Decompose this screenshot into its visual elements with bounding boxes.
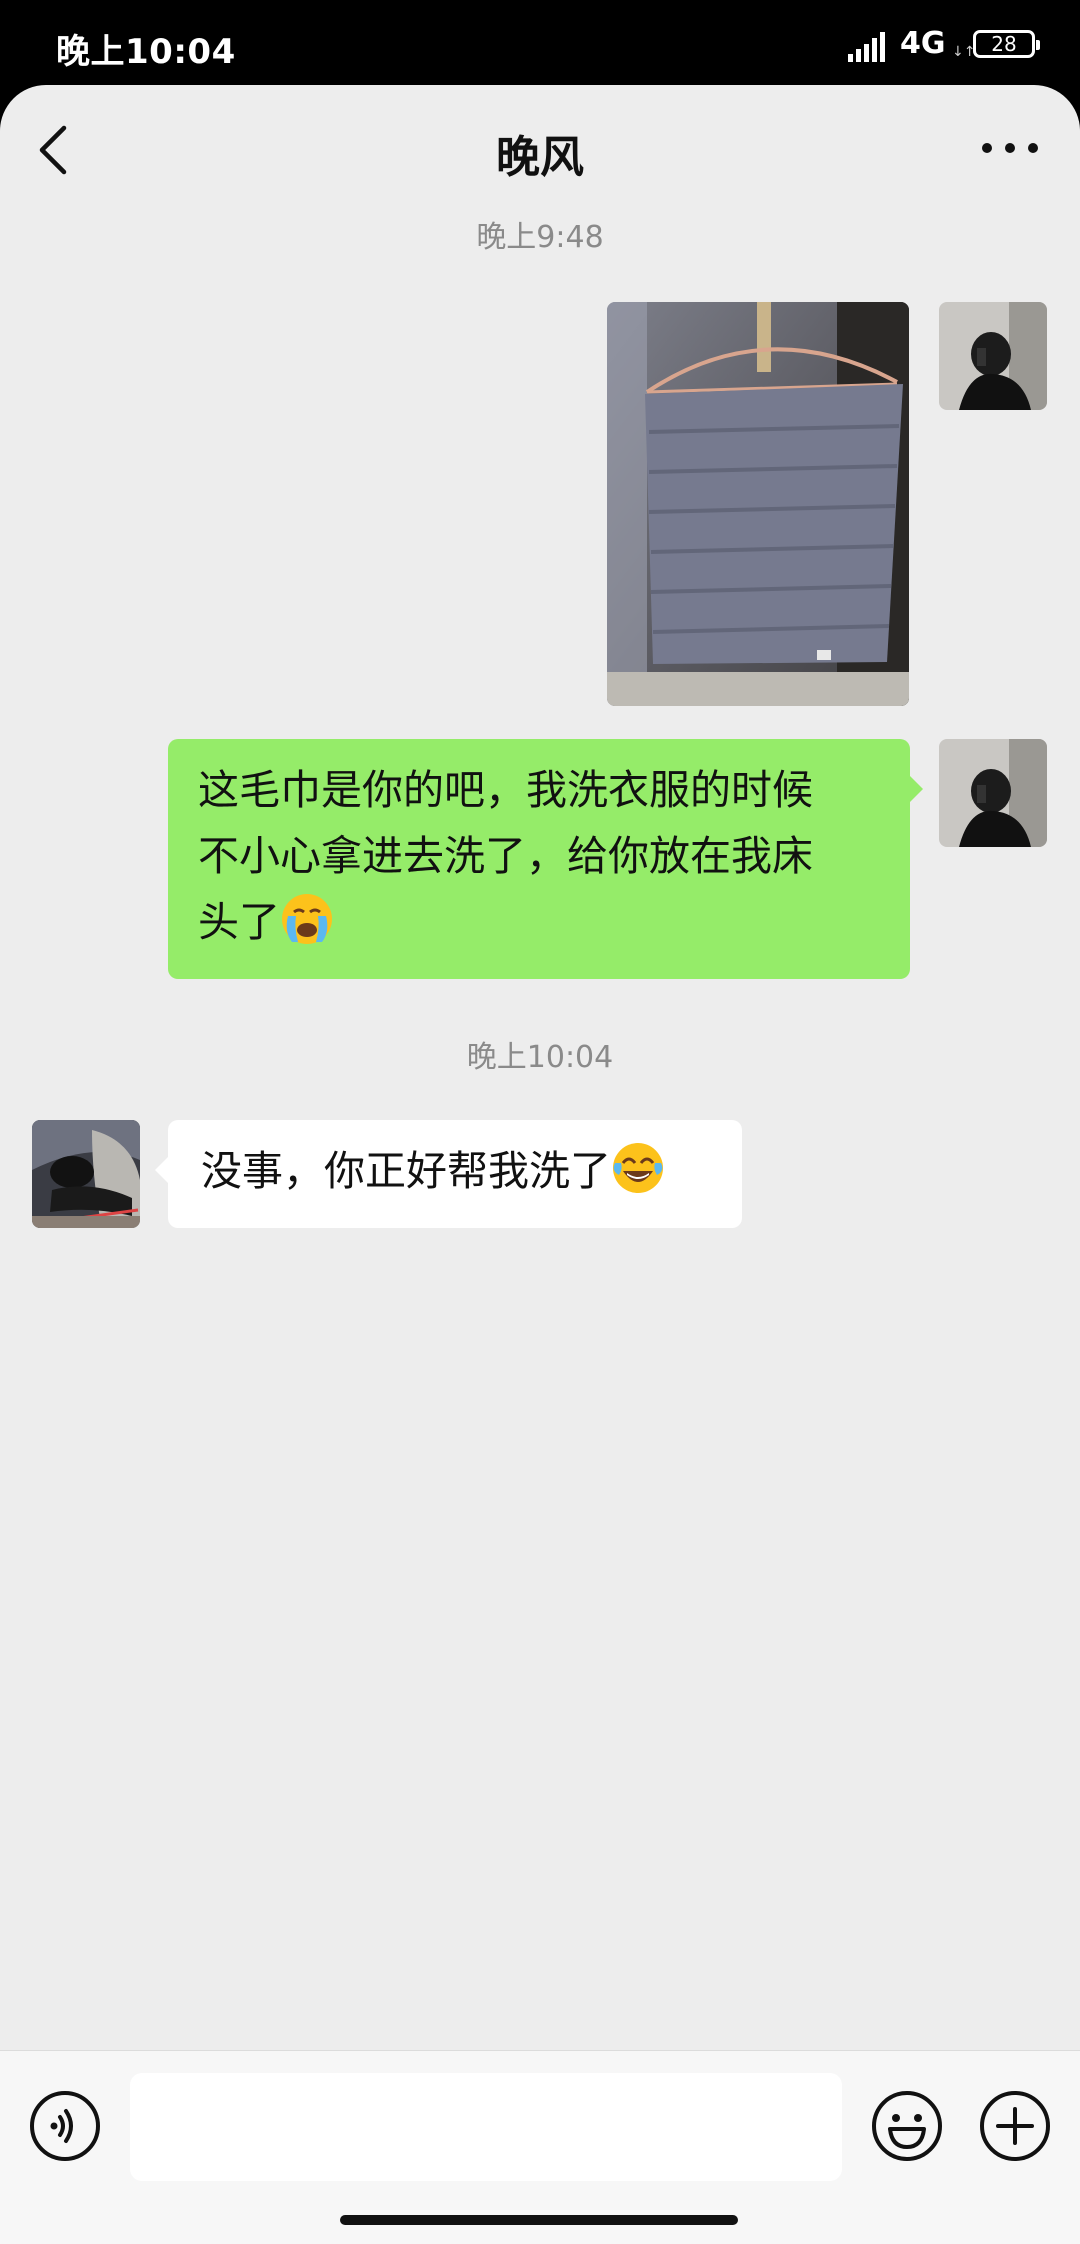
- network-activity: ↓↑: [952, 44, 976, 60]
- message-input[interactable]: [130, 2073, 842, 2181]
- received-message-bubble[interactable]: 没事，你正好帮我洗了: [155, 1120, 742, 1228]
- voice-icon[interactable]: [28, 2089, 102, 2163]
- tears-of-joy-emoji-icon: [613, 1143, 663, 1193]
- message-line: 没事，你正好帮我洗了: [201, 1147, 611, 1195]
- chat-header: 晚风: [0, 85, 1080, 215]
- battery-indicator: 28: [973, 30, 1040, 58]
- message-timestamp: 晚上9:48: [476, 220, 604, 255]
- home-indicator[interactable]: [340, 2215, 738, 2225]
- my-avatar[interactable]: [939, 739, 1047, 847]
- status-bar: 晚上10:04 4G ↓↑ 28: [0, 0, 1080, 90]
- message-line: 这毛巾是你的吧，我洗衣服的时候: [198, 766, 813, 814]
- message-line: 不小心拿进去洗了，给你放在我床: [198, 832, 813, 880]
- more-dots-icon[interactable]: [980, 133, 1040, 163]
- message-line: 头了: [198, 898, 280, 946]
- network-type: 4G: [900, 26, 946, 61]
- chat-title[interactable]: 晚风: [0, 121, 1080, 185]
- status-time: 晚上10:04: [56, 32, 236, 72]
- emoji-icon[interactable]: [870, 2089, 944, 2163]
- contact-avatar[interactable]: [32, 1120, 140, 1228]
- sent-message-bubble[interactable]: 这毛巾是你的吧，我洗衣服的时候 不小心拿进去洗了，给你放在我床 头了: [168, 739, 923, 979]
- signal-icon: [848, 32, 885, 62]
- loudly-crying-emoji-icon: [282, 894, 332, 944]
- plus-circle-icon[interactable]: [978, 2089, 1052, 2163]
- sent-photo[interactable]: [607, 302, 909, 706]
- message-timestamp: 晚上10:04: [466, 1040, 614, 1075]
- my-avatar[interactable]: [939, 302, 1047, 410]
- chat-screen: 晚风 晚上9:48 这毛巾是你的吧，我洗衣服的时候 不小心拿进去洗了，给你放在我…: [0, 85, 1080, 2244]
